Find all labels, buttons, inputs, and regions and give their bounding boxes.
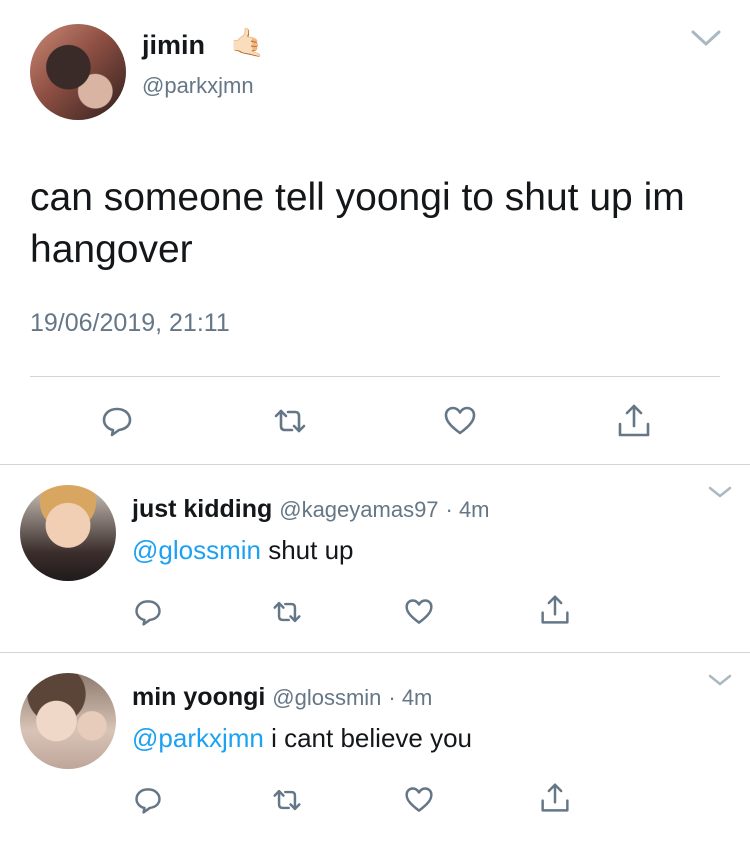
reply-icon[interactable] (133, 597, 163, 627)
heart-icon[interactable] (404, 785, 434, 815)
author-handle[interactable]: @parkxjmn (142, 73, 254, 99)
share-icon[interactable] (540, 783, 570, 813)
chevron-down-icon[interactable] (707, 673, 733, 687)
reply-author-handle[interactable]: @glossmin (272, 685, 381, 710)
avatar[interactable] (30, 24, 126, 120)
tweet-timestamp[interactable]: 19/06/2019, 21:11 (30, 309, 230, 338)
divider (30, 376, 720, 377)
heart-icon[interactable] (443, 404, 477, 438)
reply-author-name[interactable]: just kidding (132, 495, 272, 523)
retweet-icon[interactable] (272, 785, 302, 815)
heart-icon[interactable] (404, 597, 434, 627)
reply-text: @glossmin shut up (132, 535, 354, 566)
mention-link[interactable]: @parkxjmn (132, 723, 264, 753)
author-name[interactable]: jimin (142, 30, 205, 61)
reply-header: min yoongi @glossmin · 4m (132, 683, 432, 712)
main-tweet: jimin 🤙🏻 @parkxjmn can someone tell yoon… (0, 0, 750, 465)
chevron-down-icon[interactable] (690, 28, 722, 48)
tweet-text: can someone tell yoongi to shut up im ha… (30, 176, 685, 271)
reply-body: shut up (260, 535, 354, 565)
reply-text: @parkxjmn i cant believe you (132, 723, 472, 754)
reply-time: · 4m (388, 685, 433, 710)
reply-tweet: just kidding @kageyamas97 · 4m @glossmin… (0, 465, 750, 653)
reply-body: i cant believe you (263, 723, 473, 753)
reply-icon[interactable] (100, 404, 134, 438)
chevron-down-icon[interactable] (707, 485, 733, 499)
avatar[interactable] (20, 673, 116, 769)
reply-author-name[interactable]: min yoongi (132, 683, 265, 711)
share-icon[interactable] (617, 404, 651, 438)
reply-header: just kidding @kageyamas97 · 4m (132, 495, 490, 524)
reply-time: · 4m (445, 497, 490, 522)
mention-link[interactable]: @glossmin (132, 535, 261, 565)
reply-icon[interactable] (133, 785, 163, 815)
reply-author-handle[interactable]: @kageyamas97 (279, 497, 438, 522)
retweet-icon[interactable] (273, 404, 307, 438)
reply-tweet: min yoongi @glossmin · 4m @parkxjmn i ca… (0, 653, 750, 841)
call-me-hand-emoji: 🤙🏻 (230, 27, 265, 58)
avatar[interactable] (20, 485, 116, 581)
retweet-icon[interactable] (272, 597, 302, 627)
share-icon[interactable] (540, 595, 570, 625)
